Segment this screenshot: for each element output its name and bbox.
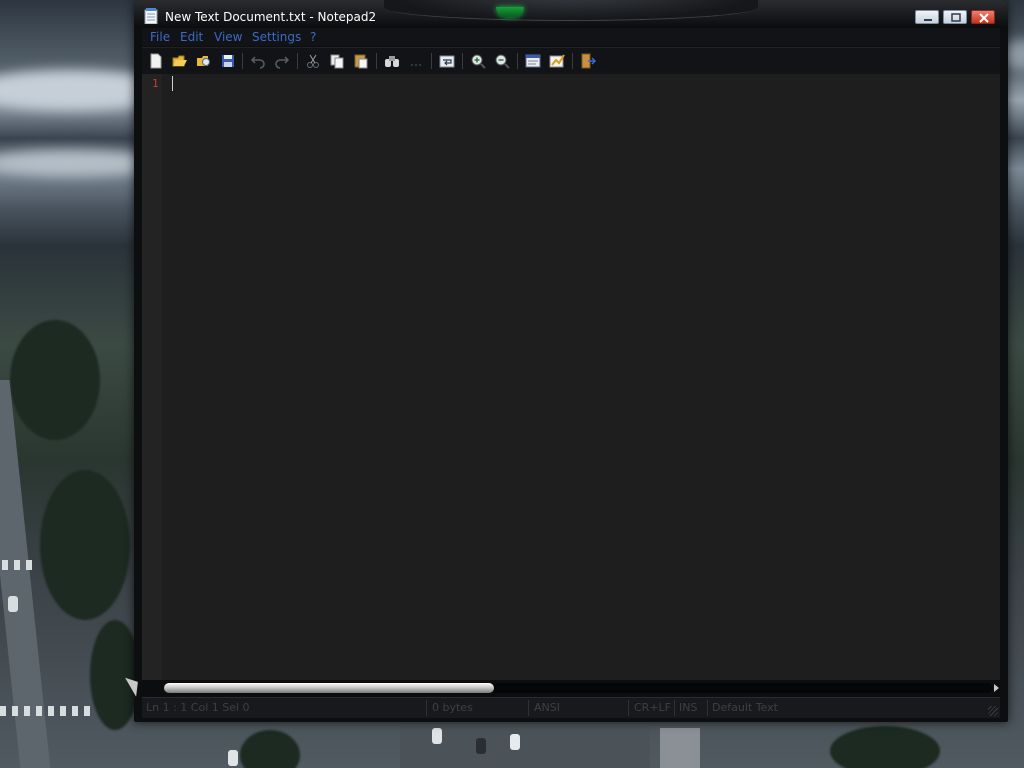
- maximize-button[interactable]: [943, 10, 967, 24]
- car: [8, 596, 18, 612]
- crosswalk: [2, 560, 32, 570]
- toolbar-separator: [462, 53, 463, 69]
- close-button[interactable]: [971, 10, 995, 24]
- tree: [40, 470, 130, 620]
- toolbar-separator: [517, 53, 518, 69]
- minimize-button[interactable]: [915, 10, 939, 24]
- status-file-size: 0 bytes: [432, 701, 473, 714]
- car: [510, 734, 520, 750]
- replace-icon[interactable]: [407, 52, 425, 70]
- status-line-endings[interactable]: CR+LF: [634, 701, 671, 716]
- car: [476, 738, 486, 754]
- customize-scheme-icon[interactable]: [548, 52, 566, 70]
- toolbar-separator: [572, 53, 573, 69]
- menu-bar: File Edit View Settings ?: [142, 28, 1000, 46]
- maximize-icon: [951, 13, 961, 22]
- menu-edit[interactable]: Edit: [180, 30, 203, 44]
- minimize-icon: [924, 19, 932, 21]
- status-divider: [426, 700, 427, 716]
- notepad-app-icon[interactable]: [144, 8, 158, 25]
- open-file-icon[interactable]: [171, 52, 189, 70]
- undo-icon[interactable]: [249, 52, 267, 70]
- status-divider: [707, 700, 708, 716]
- car: [228, 750, 238, 766]
- tree: [10, 320, 100, 440]
- line-number-gutter: 1: [142, 74, 162, 680]
- new-file-icon[interactable]: [147, 52, 165, 70]
- menu-file[interactable]: File: [150, 30, 170, 44]
- toolbar-separator: [431, 53, 432, 69]
- title-decoration: [384, 0, 758, 21]
- exit-icon[interactable]: [579, 52, 597, 70]
- copy-icon[interactable]: [328, 52, 346, 70]
- status-divider: [674, 700, 675, 716]
- resize-grip-icon[interactable]: [988, 706, 998, 716]
- menu-help[interactable]: ?: [310, 30, 316, 44]
- line-number: 1: [152, 77, 159, 90]
- paste-icon[interactable]: [352, 52, 370, 70]
- menu-view[interactable]: View: [214, 30, 242, 44]
- status-insert-mode: INS: [679, 701, 698, 714]
- status-divider: [528, 700, 529, 716]
- scrollbar-thumb[interactable]: [164, 683, 494, 693]
- tree: [830, 726, 940, 768]
- status-scheme[interactable]: Default Text: [712, 701, 778, 716]
- zoom-in-icon[interactable]: [469, 52, 487, 70]
- redo-icon[interactable]: [273, 52, 291, 70]
- menu-settings[interactable]: Settings: [252, 30, 301, 44]
- title-bar[interactable]: New Text Document.txt - Notepad2: [134, 0, 1008, 28]
- text-editor[interactable]: 1: [142, 74, 1000, 680]
- status-bar: Ln 1 : 1 Col 1 Sel 0 0 bytes ANSI CR+LF …: [142, 697, 1000, 718]
- notepad2-window: New Text Document.txt - Notepad2 File Ed…: [134, 0, 1008, 722]
- status-position: Ln 1 : 1 Col 1 Sel 0: [146, 701, 250, 714]
- toolbar: [142, 47, 1000, 74]
- scroll-right-arrow-icon[interactable]: [994, 684, 999, 692]
- text-caret: [172, 76, 173, 91]
- tree: [240, 730, 300, 768]
- find-icon[interactable]: [383, 52, 401, 70]
- stairs: [660, 728, 700, 768]
- crosswalk: [0, 706, 95, 716]
- word-wrap-icon[interactable]: [438, 52, 456, 70]
- save-icon[interactable]: [219, 52, 237, 70]
- cut-icon[interactable]: [304, 52, 322, 70]
- zoom-out-icon[interactable]: [493, 52, 511, 70]
- horizontal-scrollbar[interactable]: [142, 680, 1000, 696]
- toolbar-separator: [242, 53, 243, 69]
- toolbar-separator: [297, 53, 298, 69]
- status-encoding[interactable]: ANSI: [534, 701, 560, 716]
- car: [432, 728, 442, 744]
- toolbar-separator: [376, 53, 377, 69]
- scheme-icon[interactable]: [524, 52, 542, 70]
- window-title: New Text Document.txt - Notepad2: [165, 10, 377, 24]
- status-divider: [628, 700, 629, 716]
- close-icon: [979, 13, 989, 23]
- browse-icon[interactable]: [195, 52, 213, 70]
